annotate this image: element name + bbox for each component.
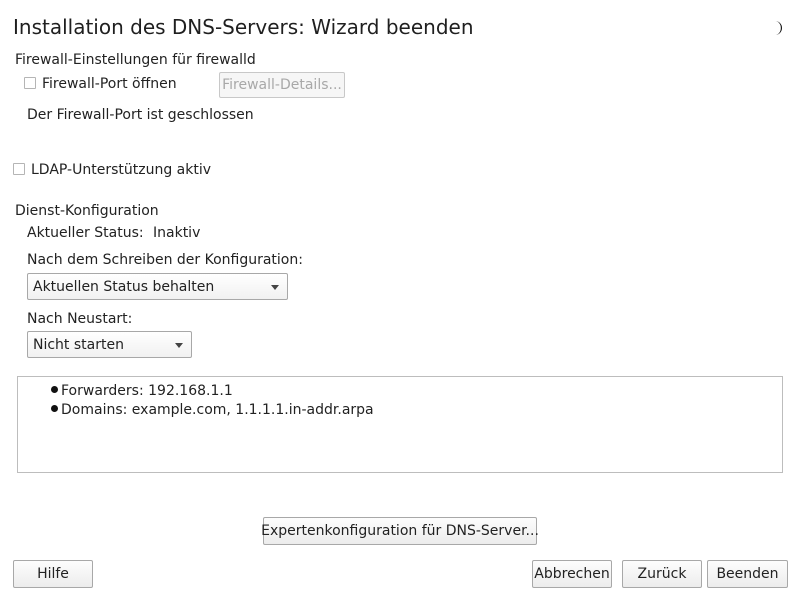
- ldap-checkbox-label: LDAP-Unterstützung aktiv: [31, 162, 212, 178]
- summary-item: Domains: example.com, 1.1.1.1.in-addr.ar…: [51, 402, 374, 418]
- summary-item-text: Forwarders: 192.168.1.1: [61, 383, 233, 399]
- moon-icon[interactable]: [769, 20, 783, 36]
- page-title: Installation des DNS-Servers: Wizard bee…: [13, 15, 474, 39]
- firewall-section-label: Firewall-Einstellungen für firewalld: [15, 52, 256, 68]
- help-button[interactable]: Hilfe: [13, 560, 93, 588]
- service-section-label: Dienst-Konfiguration: [15, 203, 159, 219]
- chevron-down-icon: [175, 343, 183, 348]
- bullet-icon: [51, 405, 58, 412]
- firewall-details-button[interactable]: Firewall-Details...: [219, 72, 345, 98]
- after-write-select[interactable]: Aktuellen Status behalten: [27, 273, 288, 300]
- bullet-icon: [51, 386, 58, 393]
- after-write-select-value: Aktuellen Status behalten: [33, 279, 215, 295]
- after-write-label: Nach dem Schreiben der Konfiguration:: [27, 252, 303, 268]
- abort-button[interactable]: Abbrechen: [532, 560, 612, 588]
- firewall-port-checkbox-row[interactable]: Firewall-Port öffnen: [24, 76, 184, 95]
- chevron-down-icon: [271, 285, 279, 290]
- after-reboot-select[interactable]: Nicht starten: [27, 331, 192, 358]
- ldap-checkbox-row[interactable]: LDAP-Unterstützung aktiv: [13, 162, 213, 180]
- after-reboot-label: Nach Neustart:: [27, 311, 133, 327]
- firewall-status-text: Der Firewall-Port ist geschlossen: [27, 107, 254, 123]
- expert-config-button[interactable]: Expertenkonfiguration für DNS-Server...: [261, 517, 539, 545]
- summary-box[interactable]: Forwarders: 192.168.1.1 Domains: example…: [17, 376, 783, 473]
- back-button[interactable]: Zurück: [622, 560, 702, 588]
- firewall-port-checkbox-label: Firewall-Port öffnen: [42, 76, 177, 92]
- summary-item-text: Domains: example.com, 1.1.1.1.in-addr.ar…: [61, 402, 374, 418]
- service-status-label: Aktueller Status:: [27, 225, 144, 241]
- after-reboot-select-value: Nicht starten: [33, 337, 124, 353]
- finish-button[interactable]: Beenden: [707, 560, 788, 588]
- firewall-port-checkbox[interactable]: [24, 77, 36, 89]
- ldap-checkbox[interactable]: [13, 163, 25, 175]
- summary-item: Forwarders: 192.168.1.1: [51, 383, 233, 399]
- service-status-value: Inaktiv: [153, 225, 201, 241]
